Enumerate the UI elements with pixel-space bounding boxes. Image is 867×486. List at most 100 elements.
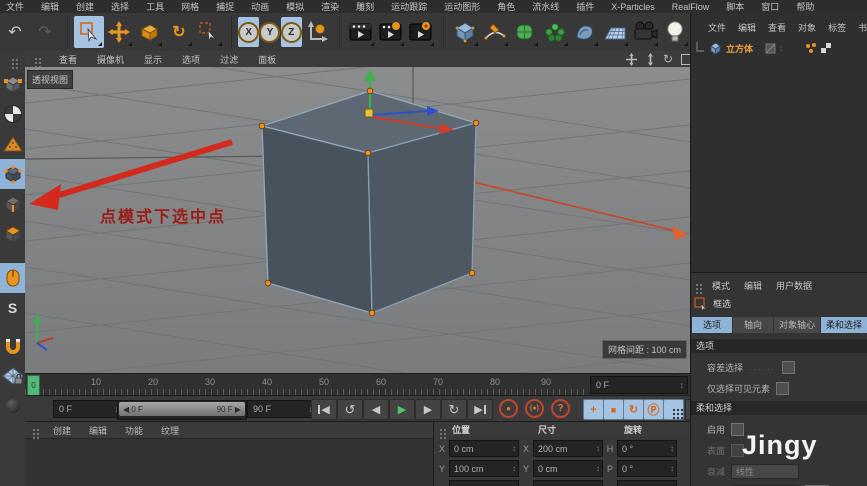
point-mode-button[interactable] [0,159,25,189]
om-menu-item[interactable]: 标签 [828,21,846,34]
object-name[interactable]: 立方体 [726,42,753,55]
om-menu-item[interactable]: 文件 [708,21,726,34]
menubar-item[interactable]: 创建 [76,0,94,13]
enable-dots-icon[interactable]: : [780,44,783,53]
selection-frame-button[interactable] [194,16,224,48]
menubar-item[interactable]: 动画 [251,0,269,13]
move-button[interactable] [104,16,134,48]
size-x-field[interactable]: 200 cm↕ [533,440,603,457]
om-menu-item[interactable]: 查看 [768,21,786,34]
previous-frame-button[interactable]: ◀ [363,399,389,420]
live-selection-button[interactable] [74,16,104,48]
material-menu-item[interactable]: 创建 [53,424,71,437]
om-menu-item[interactable]: 书签 [858,21,867,34]
menubar-item[interactable]: 编辑 [41,0,59,13]
section-soft-selection[interactable]: 柔和选择 [691,401,867,415]
model-mode-button[interactable] [0,99,25,129]
menubar-item[interactable]: 运动图形 [444,0,480,13]
dolly-icon[interactable] [646,53,655,66]
rotate-button[interactable]: ↻ [164,16,194,48]
timeline-playhead[interactable]: 0 [27,375,40,396]
add-primitive-cube-button[interactable] [450,16,480,48]
am-menu-item[interactable]: 用户数据 [776,279,812,292]
magnet-button[interactable] [0,331,25,361]
tweak-mode-button[interactable] [0,263,25,293]
viewport-menu-item[interactable]: 面板 [258,53,276,66]
snap-button[interactable]: S [0,293,25,323]
render-settings-button[interactable] [406,16,436,48]
render-region-button[interactable] [376,16,406,48]
redo-button[interactable]: ↷ [30,16,60,48]
menubar-item[interactable]: 角色 [497,0,515,13]
polygon-mode-button[interactable] [0,219,25,249]
om-menu-item[interactable]: 对象 [798,21,816,34]
am-menu-item[interactable]: 编辑 [744,279,762,292]
menubar-item[interactable]: 插件 [576,0,594,13]
go-to-start-button[interactable]: ◀ [311,399,337,420]
timeline-ruler[interactable]: 0 10 20 30 40 50 60 70 80 90 0 0 F ↕ [25,373,690,396]
tab-options[interactable]: 选项 [692,317,732,333]
falloff-dropdown[interactable]: 线性 [731,464,799,479]
material-sphere[interactable] [0,391,25,421]
next-key-button[interactable]: ↻ [441,399,467,420]
menubar-item[interactable]: X-Particles [611,2,655,12]
autokeying-button[interactable]: (●) [525,399,544,418]
menubar-item[interactable]: 捕捉 [216,0,234,13]
menubar-item[interactable]: 帮助 [796,0,814,13]
axis-y-lock-button[interactable]: Y [259,17,280,47]
menubar-item[interactable]: 选择 [111,0,129,13]
menubar-item[interactable]: RealFlow [672,2,710,12]
am-menu-item[interactable]: 模式 [712,279,730,292]
tolerance-selection-checkbox[interactable] [782,361,795,374]
add-camera-button[interactable] [630,16,660,48]
key-scale-toggle[interactable]: ■ [603,399,624,420]
undo-button[interactable]: ↶ [0,16,30,48]
menubar-item[interactable]: 网格 [181,0,199,13]
play-button[interactable]: ▶ [389,399,415,420]
end-frame-field[interactable]: 90 F↕ [247,400,317,418]
object-row[interactable]: 立方体 : [691,40,867,56]
scale-button[interactable] [134,16,164,48]
edge-mode-button[interactable] [0,189,25,219]
record-keyframe-button[interactable]: ● [499,399,518,418]
add-subdivision-button[interactable] [510,16,540,48]
spinner-icon[interactable]: ↕ [680,380,685,390]
rotation-p-field[interactable]: 0 °↕ [617,460,677,477]
menubar-item[interactable]: 工具 [146,0,164,13]
frame-range-slider[interactable]: ◀ 0 F 90 F ▶ [117,400,247,420]
menubar-item[interactable]: 渲染 [321,0,339,13]
panel-handle[interactable] [0,51,25,69]
add-deformer-button[interactable] [570,16,600,48]
key-rotation-toggle[interactable]: ↻ [623,399,644,420]
viewport-menu-item[interactable]: 过滤 [220,53,238,66]
position-x-field[interactable]: 0 cm↕ [449,440,519,457]
key-parameter-toggle[interactable]: Ⓟ [643,399,664,420]
menubar-item[interactable]: 模拟 [286,0,304,13]
menubar-item[interactable]: 雕刻 [356,0,374,13]
menubar-item[interactable]: 脚本 [726,0,744,13]
key-pla-toggle[interactable] [663,399,684,420]
om-menu-item[interactable]: 编辑 [738,21,756,34]
position-y-field[interactable]: 100 cm↕ [449,460,519,477]
add-light-button[interactable] [660,16,690,48]
axis-z-lock-button[interactable]: Z [281,17,302,47]
previous-key-button[interactable]: ↺ [337,399,363,420]
view-label[interactable]: 透视视图 [27,70,73,89]
workplane-button[interactable] [0,361,25,391]
viewport-menu-item[interactable]: 选项 [182,53,200,66]
viewport-menu-item[interactable]: 查看 [59,53,77,66]
current-frame-field[interactable]: 0 F ↕ [590,376,688,394]
menubar-item[interactable]: 运动跟踪 [391,0,427,13]
viewport-menu-item[interactable]: 显示 [144,53,162,66]
viewport-menu-item[interactable]: 摄像机 [97,53,124,66]
pan-icon[interactable] [625,53,638,66]
visible-only-checkbox[interactable] [776,382,789,395]
menubar-item[interactable]: 流水线 [532,0,559,13]
next-frame-button[interactable]: ▶ [415,399,441,420]
tab-axis[interactable]: 轴向 [733,317,773,333]
add-environment-button[interactable] [600,16,630,48]
add-mograph-button[interactable] [540,16,570,48]
material-menu-item[interactable]: 编辑 [89,424,107,437]
axis-x-lock-button[interactable]: X [238,17,259,47]
start-frame-field[interactable]: 0 F↕ [53,400,123,418]
